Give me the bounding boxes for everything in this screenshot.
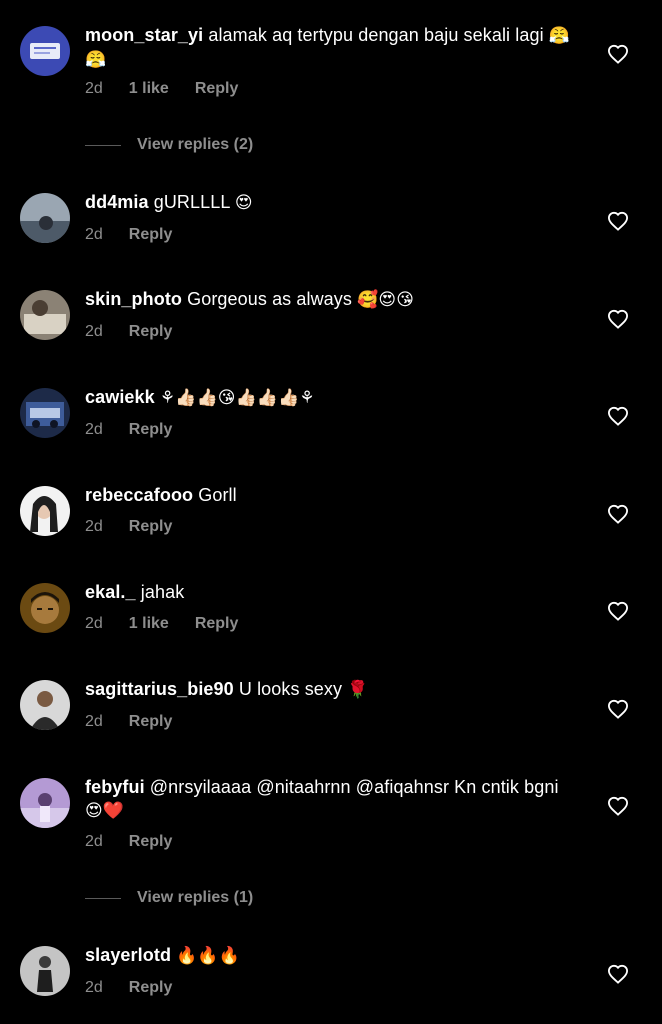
comment-text: rebeccafooo Gorll (85, 484, 575, 507)
heart-icon[interactable] (607, 504, 629, 524)
heart-icon[interactable] (607, 406, 629, 426)
timestamp: 2d (85, 226, 103, 243)
comment-meta: 2d Reply (85, 226, 172, 244)
heart-icon[interactable] (607, 699, 629, 719)
comment-meta: 2d Reply (85, 323, 172, 341)
view-replies-label[interactable]: View replies (1) (137, 889, 253, 907)
reply-button[interactable]: Reply (129, 833, 173, 851)
heart-icon[interactable] (607, 211, 629, 231)
comment-body: @nrsyilaaaa @nitaahrnn @afiqahnsr Kn cnt… (144, 777, 559, 797)
view-replies[interactable]: View replies (1) (85, 888, 253, 908)
reply-button[interactable]: Reply (195, 615, 239, 633)
username[interactable]: rebeccafooo (85, 485, 193, 505)
timestamp: 2d (85, 518, 103, 535)
comment-meta: 2d Reply (85, 518, 172, 536)
comment-text: sagittarius_bie90 U looks sexy 🌹 (85, 678, 575, 702)
timestamp: 2d (85, 421, 103, 438)
avatar[interactable] (20, 193, 70, 243)
avatar[interactable] (20, 388, 70, 438)
heart-icon[interactable] (607, 601, 629, 621)
comment-emoji: ⚘👍🏻👍🏻😘👍🏻👍🏻👍🏻⚘ (159, 388, 315, 408)
comment-meta: 2d 1 like Reply (85, 615, 238, 633)
comment-text: ekal._ jahak (85, 581, 575, 604)
comment-text: moon_star_yi alamak aq tertypu dengan ba… (85, 24, 575, 72)
avatar[interactable] (20, 778, 70, 828)
username[interactable]: cawiekk (85, 387, 155, 407)
timestamp: 2d (85, 833, 103, 850)
username[interactable]: moon_star_yi (85, 25, 203, 45)
comment-body: alamak aq tertypu dengan baju sekali lag… (203, 25, 549, 45)
username[interactable]: skin_photo (85, 289, 182, 309)
comment-meta: 2d 1 like Reply (85, 80, 238, 98)
avatar[interactable] (20, 26, 70, 76)
view-replies-label[interactable]: View replies (2) (137, 136, 253, 154)
timestamp: 2d (85, 615, 103, 632)
like-count[interactable]: 1 like (129, 80, 169, 98)
avatar[interactable] (20, 680, 70, 730)
comment-meta: 2d Reply (85, 979, 172, 997)
timestamp: 2d (85, 323, 103, 340)
comment-text: dd4mia gURLLLL 😍 (85, 191, 575, 215)
timestamp: 2d (85, 80, 103, 97)
divider (85, 144, 121, 146)
comment-text: febyfui @nrsyilaaaa @nitaahrnn @afiqahns… (85, 776, 575, 823)
comment-emoji: 😍❤️ (85, 801, 125, 821)
comment-text: cawiekk ⚘👍🏻👍🏻😘👍🏻👍🏻👍🏻⚘ (85, 386, 575, 410)
reply-button[interactable]: Reply (129, 518, 173, 536)
comment-emoji: 🔥🔥🔥 (176, 946, 240, 966)
username[interactable]: febyfui (85, 777, 145, 797)
username[interactable]: dd4mia (85, 192, 149, 212)
comment-body: U looks sexy (233, 679, 348, 699)
view-replies[interactable]: View replies (2) (85, 135, 253, 155)
comment-body: gURLLLL (148, 192, 235, 212)
comment-meta: 2d Reply (85, 833, 172, 851)
like-count[interactable]: 1 like (129, 615, 169, 633)
avatar[interactable] (20, 486, 70, 536)
comment-meta: 2d Reply (85, 421, 172, 439)
heart-icon[interactable] (607, 796, 629, 816)
username[interactable]: slayerlotd (85, 945, 171, 965)
comment-body: Gorll (193, 485, 237, 505)
reply-button[interactable]: Reply (129, 323, 173, 341)
comment-emoji: 🌹 (347, 680, 369, 700)
username[interactable]: ekal._ (85, 582, 136, 602)
comment-emoji: 😍 (234, 193, 253, 213)
reply-button[interactable]: Reply (129, 226, 173, 244)
comment-text: slayerlotd 🔥🔥🔥 (85, 944, 575, 968)
timestamp: 2d (85, 979, 103, 996)
heart-icon[interactable] (607, 964, 629, 984)
timestamp: 2d (85, 713, 103, 730)
heart-icon[interactable] (607, 309, 629, 329)
comment-body: jahak (135, 582, 185, 602)
avatar[interactable] (20, 946, 70, 996)
comment-emoji: 🥰😍😘 (357, 290, 415, 310)
comment-text: skin_photo Gorgeous as always 🥰😍😘 (85, 288, 575, 312)
comment-body: Gorgeous as always (182, 289, 358, 309)
reply-button[interactable]: Reply (129, 421, 173, 439)
username[interactable]: sagittarius_bie90 (85, 679, 234, 699)
reply-button[interactable]: Reply (129, 979, 173, 997)
reply-button[interactable]: Reply (129, 713, 173, 731)
avatar[interactable] (20, 583, 70, 633)
avatar[interactable] (20, 290, 70, 340)
divider (85, 897, 121, 899)
reply-button[interactable]: Reply (195, 80, 239, 98)
comment-meta: 2d Reply (85, 713, 172, 731)
heart-icon[interactable] (607, 44, 629, 64)
